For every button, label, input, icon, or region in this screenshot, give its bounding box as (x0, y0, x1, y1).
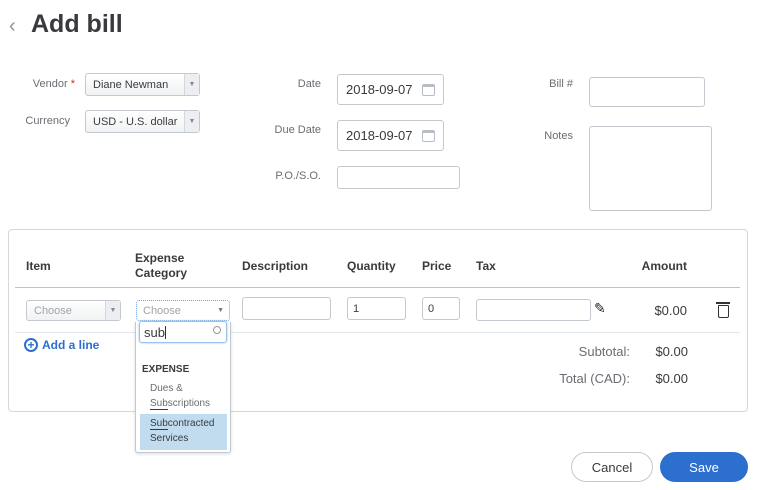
add-line-label: Add a line (42, 338, 100, 352)
quantity-input[interactable]: 1 (347, 297, 406, 320)
group-expense-label: EXPENSE (142, 364, 190, 375)
subtotal-value: $0.00 (655, 344, 688, 359)
subtotal-label: Subtotal: (578, 344, 630, 359)
item-placeholder: Choose (34, 304, 72, 317)
page-title: Add bill (31, 10, 123, 38)
chevron-down-icon: ▼ (105, 301, 120, 320)
header-quantity: Quantity (347, 259, 396, 273)
bill-number-label: Bill # (549, 78, 573, 90)
notes-textarea[interactable] (589, 126, 712, 211)
row-amount: $0.00 (654, 303, 687, 318)
pencil-icon[interactable]: ✎ (594, 300, 606, 317)
notes-label: Notes (544, 130, 573, 142)
total-label: Total (CAD): (559, 371, 630, 386)
date-input[interactable]: 2018-09-07 (337, 74, 444, 105)
cancel-button[interactable]: Cancel (571, 452, 653, 482)
trash-icon[interactable] (716, 302, 730, 318)
vendor-value: Diane Newman (93, 78, 169, 91)
total-value: $0.00 (655, 371, 688, 386)
due-date-value: 2018-09-07 (346, 128, 413, 143)
description-input[interactable] (242, 297, 331, 320)
header-divider (15, 287, 740, 288)
search-value: sub (144, 324, 165, 340)
date-value: 2018-09-07 (346, 82, 413, 97)
currency-label: Currency (25, 115, 70, 127)
search-icon (213, 326, 221, 334)
plus-circle-icon: + (24, 338, 38, 352)
due-date-label: Due Date (274, 124, 321, 136)
back-chevron-icon[interactable]: ‹ (9, 15, 16, 38)
due-date-input[interactable]: 2018-09-07 (337, 120, 444, 151)
header-description: Description (242, 259, 309, 273)
po-so-input[interactable] (337, 166, 460, 189)
price-input[interactable]: 0 (422, 297, 460, 320)
tax-input[interactable] (476, 299, 591, 321)
category-placeholder: Choose (143, 304, 181, 317)
item-select[interactable]: Choose ▼ (26, 300, 121, 321)
bill-number-input[interactable] (589, 77, 705, 107)
vendor-label: Vendor * (32, 78, 75, 90)
header-price: Price (422, 259, 452, 273)
option-dues-subscriptions[interactable]: Dues & Subscriptions (140, 379, 227, 413)
expense-category-select[interactable]: Choose ▼ (136, 300, 230, 321)
save-button[interactable]: Save (660, 452, 748, 482)
chevron-down-icon: ▼ (217, 307, 224, 314)
row-divider (15, 332, 740, 333)
header-tax: Tax (476, 259, 496, 273)
header-amount: Amount (641, 259, 687, 273)
po-so-label: P.O./S.O. (275, 170, 321, 182)
category-search-input[interactable]: sub (139, 321, 227, 343)
vendor-select[interactable]: Diane Newman ▼ (85, 73, 200, 96)
chevron-down-icon: ▼ (184, 74, 199, 95)
currency-value: USD - U.S. dollar (93, 115, 178, 128)
currency-select[interactable]: USD - U.S. dollar ▼ (85, 110, 200, 133)
date-label: Date (297, 78, 321, 90)
calendar-icon[interactable] (422, 129, 435, 142)
chevron-down-icon: ▼ (184, 111, 199, 132)
header-item: Item (26, 259, 51, 273)
header-expense-category: Expense Category (135, 251, 188, 280)
add-line-button[interactable]: + Add a line (24, 338, 99, 352)
calendar-icon[interactable] (422, 83, 435, 96)
category-dropdown: sub EXPENSE Dues & Subscriptions Subcont… (135, 321, 231, 453)
option-subcontracted-services[interactable]: Subcontracted Services (140, 414, 227, 450)
